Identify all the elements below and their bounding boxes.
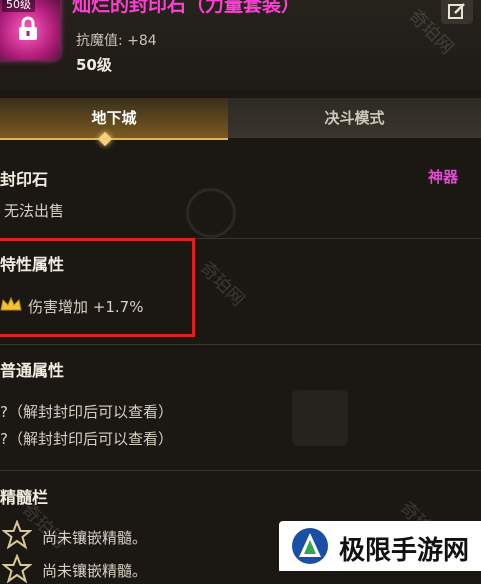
divider [0,344,481,345]
tab-duel-mode[interactable]: 决斗模式 [228,98,481,138]
normal-attr-row: ?（解封封印后可以查看） [0,403,173,421]
item-name: 灿烂的封印石（力量套装） [72,0,301,16]
normal-attr-row: ?（解封封印后可以查看） [0,430,173,448]
sell-status: 无法出售 [4,202,65,220]
rarity-tag: 神器 [428,168,459,186]
special-effect: 伤害增加 +1.7% [28,298,144,316]
lock-icon [19,16,37,40]
tab-dungeon[interactable]: 地下城 [0,98,228,140]
brand-logo-icon [292,528,328,564]
normal-attr-title: 普通属性 [0,361,65,380]
magic-resist-stat: 抗魔值: +84 [76,33,157,49]
crown-icon [0,296,22,311]
brand-text: 极限手游网 [339,536,470,566]
socket-star-icon [2,554,32,584]
faint-emblem [186,188,236,238]
edit-button[interactable] [441,0,473,24]
special-attr-title: 特性属性 [0,255,65,274]
item-icon[interactable]: 50级 [0,0,60,60]
mode-tabs: 地下城 决斗模式 [0,98,481,147]
faint-box [292,390,348,446]
brand-banner: 极限手游网 [279,521,481,571]
item-level: 50级 [76,56,112,74]
item-type: 封印石 [0,170,49,189]
divider [0,470,481,471]
item-level-tag: 50级 [2,0,35,12]
item-header: 50级 灿烂的封印石（力量套装） 抗魔值: +84 50级 [0,0,481,90]
edit-icon [448,3,465,19]
watermark: 奇珀网 [195,257,249,311]
